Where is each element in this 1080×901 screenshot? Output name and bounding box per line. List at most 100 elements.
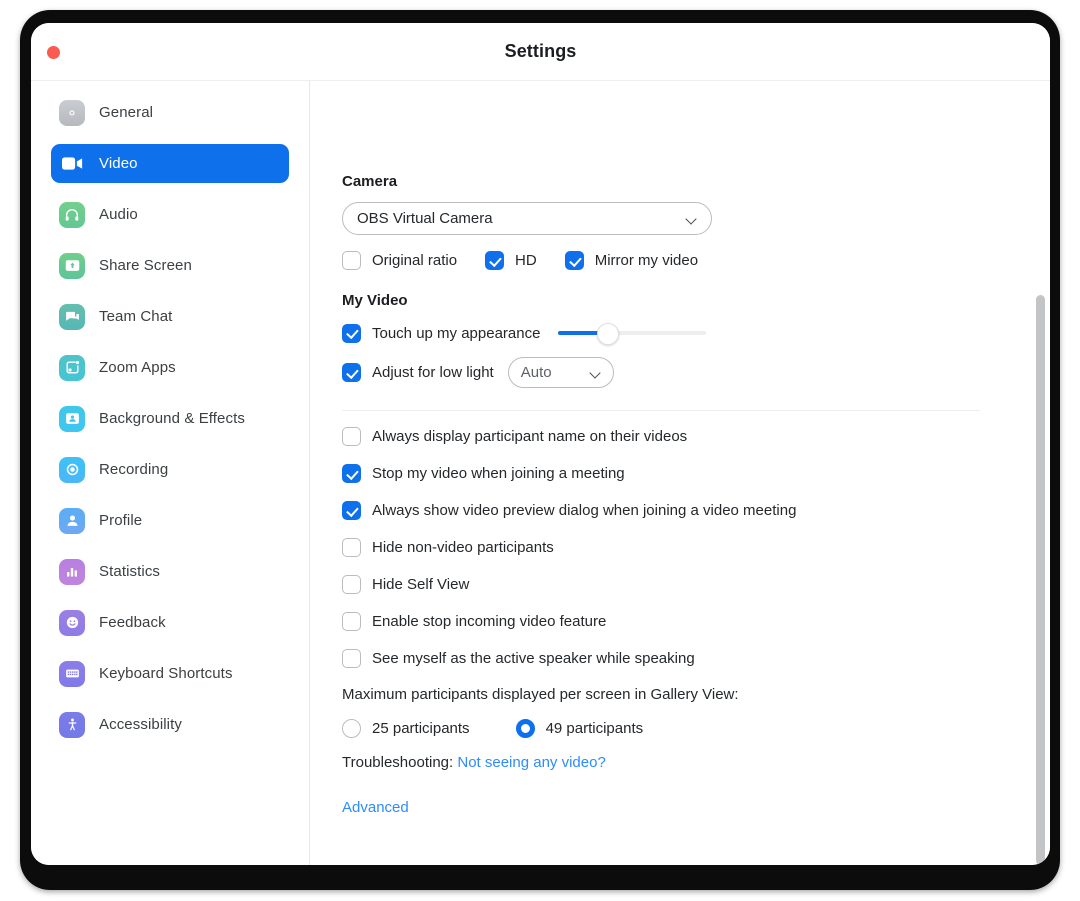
- sidebar-item-label: Video: [99, 155, 138, 172]
- checkbox-label: Stop my video when joining a meeting: [372, 465, 625, 482]
- video-camera-icon: [59, 151, 85, 177]
- advanced-link[interactable]: Advanced: [342, 799, 1050, 816]
- sidebar-item-label: Recording: [99, 461, 169, 478]
- checkbox-box: [342, 363, 361, 382]
- checkbox-box: [342, 649, 361, 668]
- sidebar-item-label: Statistics: [99, 563, 161, 580]
- checkbox-box: [342, 323, 361, 343]
- gear-icon: [59, 99, 85, 126]
- sidebar-item-label: General: [99, 104, 154, 121]
- checkbox-original-ratio[interactable]: Original ratio: [342, 251, 457, 270]
- sidebar-item-label: Profile: [99, 512, 143, 529]
- sidebar-item-recording[interactable]: Recording: [51, 450, 289, 489]
- sidebar-item-accessibility[interactable]: Accessibility: [51, 705, 289, 744]
- scrollbar-thumb[interactable]: [1036, 295, 1045, 865]
- headphones-icon: [59, 201, 85, 228]
- checkbox-box: [342, 575, 361, 594]
- chevron-down-icon: [590, 369, 601, 376]
- checkbox-box: [342, 427, 361, 446]
- window-body: General Video Audio Share Screen Team Ch…: [31, 81, 1050, 865]
- sidebar-item-label: Keyboard Shortcuts: [99, 665, 233, 682]
- low-light-mode-select[interactable]: Auto: [507, 357, 614, 388]
- gallery-view-radio-group: 25 participants 49 participants: [342, 719, 1050, 738]
- checkbox-label: See myself as the active speaker while s…: [372, 650, 695, 667]
- person-frame-icon: [59, 405, 85, 432]
- troubleshooting-row: Troubleshooting: Not seeing any video?: [342, 754, 1050, 771]
- checkbox-hd[interactable]: HD: [485, 251, 537, 270]
- sidebar-item-share-screen[interactable]: Share Screen: [51, 246, 289, 285]
- record-circle-icon: [59, 456, 85, 483]
- sidebar-item-keyboard-shortcuts[interactable]: Keyboard Shortcuts: [51, 654, 289, 693]
- camera-device-value: OBS Virtual Camera: [357, 210, 493, 227]
- person-icon: [59, 507, 85, 534]
- checkbox-box: [564, 251, 584, 270]
- checkbox-hide-non-video-participants[interactable]: Hide non-video participants: [342, 538, 1050, 557]
- bar-chart-icon: [59, 558, 85, 585]
- screen: Settings General Video Audio Share Scree…: [0, 0, 1080, 901]
- radio-circle: [342, 719, 361, 738]
- video-settings-panel: Camera OBS Virtual Camera Original ratio…: [310, 81, 1050, 865]
- radio-label: 49 participants: [545, 720, 644, 737]
- sidebar-item-video[interactable]: Video: [51, 144, 289, 183]
- sidebar-item-team-chat[interactable]: Team Chat: [51, 297, 289, 336]
- camera-options-row: Original ratio HD Mirror my video: [342, 251, 1050, 270]
- checkbox-see-myself-as-active-speaker[interactable]: See myself as the active speaker while s…: [342, 649, 1050, 668]
- checkbox-label: Original ratio: [372, 252, 458, 269]
- checkbox-hide-self-view[interactable]: Hide Self View: [342, 575, 1050, 594]
- checkbox-always-show-video-preview-dialog[interactable]: Always show video preview dialog when jo…: [342, 501, 1050, 520]
- settings-sidebar: General Video Audio Share Screen Team Ch…: [31, 81, 310, 865]
- checkbox-label: Adjust for low light: [372, 364, 494, 381]
- checkbox-label: Always show video preview dialog when jo…: [372, 502, 797, 519]
- touch-up-appearance-row: Touch up my appearance: [342, 323, 1050, 345]
- not-seeing-any-video-link[interactable]: Not seeing any video?: [457, 754, 605, 771]
- sidebar-item-statistics[interactable]: Statistics: [51, 552, 289, 591]
- main-scrollbar[interactable]: [1036, 81, 1045, 865]
- touch-up-appearance-slider[interactable]: [558, 323, 707, 345]
- page-title: Settings: [504, 41, 577, 61]
- camera-section-heading: Camera: [342, 173, 398, 190]
- sidebar-item-label: Share Screen: [99, 257, 192, 274]
- close-window-button[interactable]: [47, 46, 60, 59]
- checkbox-mirror-my-video[interactable]: Mirror my video: [564, 251, 699, 270]
- checkbox-label: Hide non-video participants: [372, 539, 554, 556]
- low-light-mode-value: Auto: [520, 364, 552, 381]
- checkbox-box: [342, 251, 361, 270]
- checkbox-box: [342, 538, 361, 557]
- sidebar-item-label: Zoom Apps: [99, 359, 176, 376]
- section-divider: [342, 410, 980, 411]
- checkbox-box: [485, 251, 505, 270]
- radio-25-participants[interactable]: 25 participants: [342, 719, 470, 738]
- sidebar-item-label: Background & Effects: [99, 410, 245, 427]
- checkbox-label: Enable stop incoming video feature: [372, 613, 607, 630]
- sidebar-item-label: Team Chat: [99, 308, 173, 325]
- radio-49-participants[interactable]: 49 participants: [515, 719, 644, 738]
- slider-knob[interactable]: [597, 323, 620, 345]
- sidebar-item-background-effects[interactable]: Background & Effects: [51, 399, 289, 438]
- accessibility-icon: [59, 711, 85, 738]
- checkbox-adjust-for-low-light[interactable]: Adjust for low light: [342, 363, 494, 382]
- checkbox-enable-stop-incoming-video[interactable]: Enable stop incoming video feature: [342, 612, 1050, 631]
- video-options-list: Always display participant name on their…: [342, 427, 1050, 668]
- radio-circle: [515, 719, 535, 738]
- sidebar-item-zoom-apps[interactable]: Zoom Apps: [51, 348, 289, 387]
- checkbox-label: Hide Self View: [372, 576, 470, 593]
- sidebar-item-audio[interactable]: Audio: [51, 195, 289, 234]
- chat-bubble-icon: [59, 303, 85, 330]
- sidebar-item-profile[interactable]: Profile: [51, 501, 289, 540]
- sidebar-item-label: Accessibility: [99, 716, 182, 733]
- keyboard-icon: [59, 660, 85, 687]
- title-bar: Settings: [31, 23, 1050, 81]
- checkbox-label: HD: [515, 252, 537, 269]
- checkbox-stop-my-video-when-joining[interactable]: Stop my video when joining a meeting: [342, 464, 1050, 483]
- chevron-down-icon: [686, 215, 697, 222]
- checkbox-label: Mirror my video: [594, 252, 699, 269]
- troubleshooting-prefix: Troubleshooting:: [342, 754, 454, 771]
- sidebar-item-feedback[interactable]: Feedback: [51, 603, 289, 642]
- checkbox-box: [342, 464, 361, 483]
- checkbox-always-display-participant-name[interactable]: Always display participant name on their…: [342, 427, 1050, 446]
- camera-device-select[interactable]: OBS Virtual Camera: [342, 202, 712, 235]
- sidebar-item-general[interactable]: General: [51, 93, 289, 132]
- checkbox-touch-up-my-appearance[interactable]: Touch up my appearance: [342, 323, 540, 343]
- sidebar-item-label: Feedback: [99, 614, 166, 631]
- gallery-view-label: Maximum participants displayed per scree…: [342, 686, 739, 703]
